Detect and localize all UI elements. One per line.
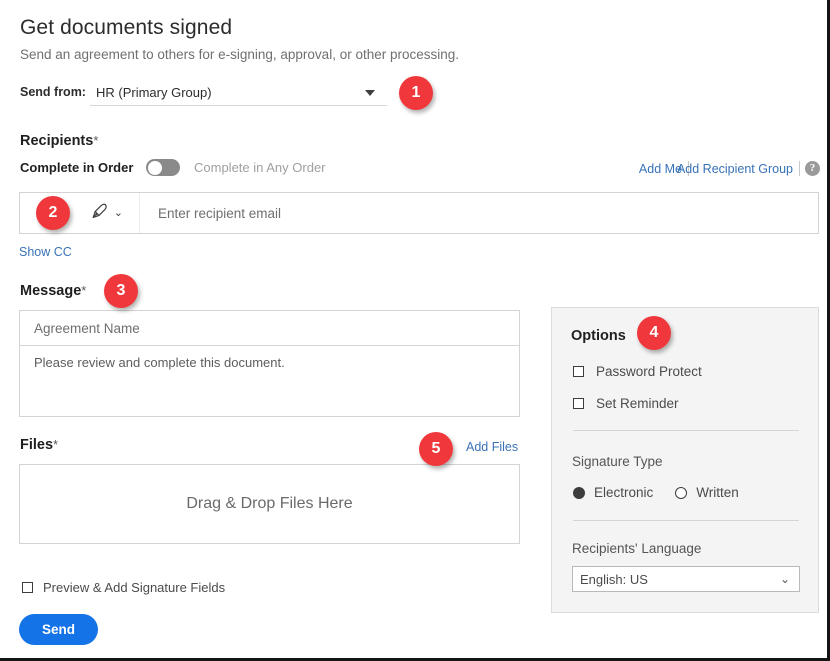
password-protect-row[interactable]: Password Protect — [573, 364, 702, 379]
electronic-radio[interactable] — [573, 487, 585, 499]
page-title: Get documents signed — [20, 16, 232, 40]
complete-in-any-order-label: Complete in Any Order — [194, 160, 326, 175]
files-required-mark: * — [53, 437, 58, 452]
caret-down-icon — [365, 90, 375, 96]
complete-order-toggle[interactable] — [146, 159, 180, 176]
signature-type-radio-group[interactable]: Electronic Written — [573, 485, 739, 500]
send-button[interactable]: Send — [19, 614, 98, 645]
recipients-heading-text: Recipients — [20, 133, 93, 149]
password-protect-label: Password Protect — [596, 364, 702, 379]
set-reminder-checkbox[interactable] — [573, 398, 584, 409]
set-reminder-row[interactable]: Set Reminder — [573, 396, 679, 411]
send-from-value: HR (Primary Group) — [96, 85, 212, 100]
step-badge-4: 4 — [637, 316, 671, 350]
chevron-down-icon: ⌄ — [114, 206, 123, 219]
preview-checkbox[interactable] — [22, 582, 33, 593]
send-from-label: Send from: — [20, 85, 86, 99]
options-title: Options — [571, 328, 626, 344]
step-badge-5: 5 — [419, 432, 453, 466]
file-dropzone[interactable]: Drag & Drop Files Here — [19, 464, 520, 544]
step-badge-2: 2 — [36, 196, 70, 230]
recipients-heading: Recipients* — [20, 133, 98, 149]
agreement-name-input[interactable]: Agreement Name — [19, 310, 520, 345]
recipients-help-icon[interactable]: ? — [805, 161, 820, 176]
complete-in-order-label: Complete in Order — [20, 160, 133, 175]
electronic-label: Electronic — [594, 485, 653, 500]
recipient-row[interactable]: ⌄ Enter recipient email — [19, 192, 819, 234]
add-me-link[interactable]: Add Me — [639, 162, 682, 176]
message-heading: Message* — [20, 283, 86, 299]
password-protect-checkbox[interactable] — [573, 366, 584, 377]
recipients-required-mark: * — [93, 133, 98, 148]
set-reminder-label: Set Reminder — [596, 396, 679, 411]
add-recipient-group-link[interactable]: Add Recipient Group — [677, 162, 793, 176]
signature-pen-icon — [90, 201, 110, 226]
link-divider-2 — [799, 161, 800, 176]
page-subtitle: Send an agreement to others for e-signin… — [20, 47, 459, 62]
options-divider-2 — [573, 520, 799, 521]
recipients-language-value: English: US — [580, 572, 648, 587]
written-radio[interactable] — [675, 487, 687, 499]
add-files-link[interactable]: Add Files — [466, 440, 518, 454]
written-label: Written — [696, 485, 739, 500]
options-divider-1 — [573, 430, 799, 431]
recipients-language-dropdown[interactable]: English: US ⌄ — [572, 566, 800, 592]
step-badge-3: 3 — [104, 274, 138, 308]
form-canvas: Get documents signed Send an agreement t… — [0, 0, 827, 658]
options-panel: Options ? Password Protect Set Reminder … — [551, 307, 819, 613]
files-heading: Files* — [20, 437, 58, 453]
signature-type-written[interactable]: Written — [675, 485, 739, 500]
preview-signature-fields-row[interactable]: Preview & Add Signature Fields — [22, 580, 225, 595]
recipient-email-input[interactable]: Enter recipient email — [140, 206, 281, 221]
toggle-knob — [148, 161, 162, 175]
signature-type-electronic[interactable]: Electronic — [573, 485, 653, 500]
chevron-down-icon: ⌄ — [780, 572, 790, 586]
show-cc-link[interactable]: Show CC — [19, 245, 72, 259]
send-from-dropdown[interactable]: HR (Primary Group) — [90, 80, 387, 106]
message-heading-text: Message — [20, 283, 81, 299]
message-textarea[interactable]: Please review and complete this document… — [19, 345, 520, 417]
message-required-mark: * — [81, 283, 86, 298]
step-badge-1: 1 — [399, 76, 433, 110]
files-heading-text: Files — [20, 437, 53, 453]
app-window: Get documents signed Send an agreement t… — [0, 0, 830, 661]
preview-checkbox-label: Preview & Add Signature Fields — [43, 580, 225, 595]
signature-type-label: Signature Type — [572, 454, 663, 469]
recipients-language-label: Recipients' Language — [572, 541, 701, 556]
